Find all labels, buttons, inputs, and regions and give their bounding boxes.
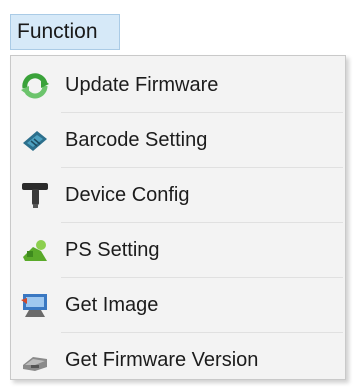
barcode-setting-icon [19,125,51,155]
function-dropdown-menu: Update Firmware Barcode Setting Device C… [10,55,346,380]
menu-item-label: Get Firmware Version [65,349,259,371]
menu-item-barcode-setting[interactable]: Barcode Setting [11,113,345,167]
menu-item-get-firmware-version[interactable]: Get Firmware Version [11,333,345,387]
menu-item-update-firmware[interactable]: Update Firmware [11,58,345,112]
function-menu[interactable]: Function [10,14,120,50]
menu-item-label: Get Image [65,294,159,316]
menu-item-label: Update Firmware [65,74,219,96]
get-firmware-version-icon [19,345,51,375]
menu-item-get-image[interactable]: Get Image [11,278,345,332]
update-firmware-icon [19,70,51,100]
menu-item-ps-setting[interactable]: PS Setting [11,223,345,277]
menu-item-device-config[interactable]: Device Config [11,168,345,222]
get-image-icon [19,290,51,320]
menu-bar: Function [0,0,355,56]
ps-setting-icon [19,235,51,265]
device-config-icon [19,180,51,210]
menu-item-label: Barcode Setting [65,129,208,151]
menu-item-label: PS Setting [65,239,160,261]
menu-item-label: Device Config [65,184,190,206]
